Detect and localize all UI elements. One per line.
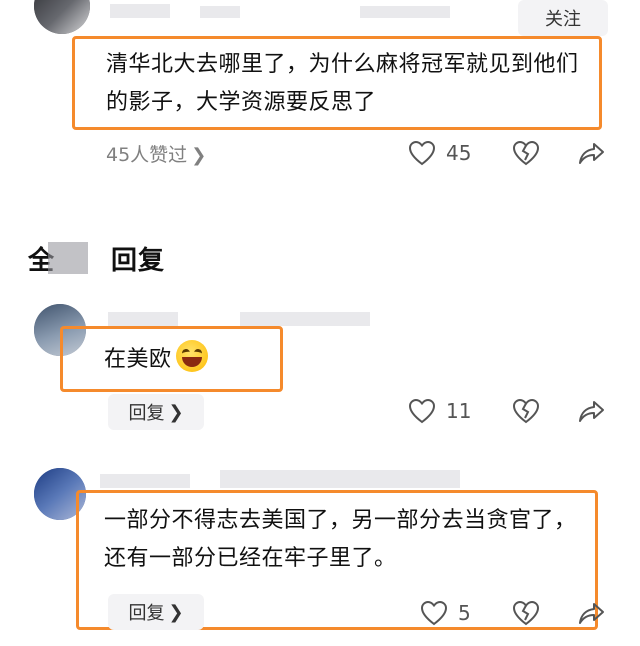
blurred-title-chars <box>48 242 88 274</box>
blurred-meta-location <box>360 6 450 18</box>
chevron-right-icon: ❯ <box>191 145 207 166</box>
share-arrow-icon <box>579 603 604 624</box>
share-arrow-icon <box>579 143 604 164</box>
blurred-meta <box>200 6 240 18</box>
like-count: 5 <box>458 601 471 625</box>
broken-heart-icon <box>512 398 540 424</box>
commenter-avatar[interactable] <box>34 0 90 34</box>
chevron-right-icon: ❯ <box>168 401 184 423</box>
heart-outline-icon <box>408 398 436 424</box>
follow-label: 关注 <box>545 9 581 30</box>
like-button[interactable]: 45 <box>408 140 471 166</box>
reply-button-2[interactable]: 回复 ❯ <box>108 594 204 630</box>
blurred-meta <box>220 470 460 488</box>
heart-outline-icon <box>420 600 448 626</box>
share-arrow-icon <box>579 401 604 422</box>
like-button[interactable]: 11 <box>408 398 471 424</box>
blurred-username <box>110 4 170 18</box>
section-title-right: 回复 <box>111 246 166 276</box>
reply-1-text: 在美欧 <box>104 340 208 379</box>
dislike-button[interactable] <box>512 398 540 424</box>
broken-heart-icon <box>512 600 540 626</box>
blurred-username <box>108 312 178 326</box>
dislike-button[interactable] <box>512 600 540 626</box>
reply-label: 回复 <box>128 603 165 624</box>
like-count: 11 <box>446 399 472 423</box>
follow-button[interactable]: 关注 <box>518 0 608 36</box>
laughing-emoji-icon <box>175 340 208 372</box>
like-button[interactable]: 5 <box>420 600 471 626</box>
blurred-meta <box>240 312 370 326</box>
like-count: 45 <box>446 141 472 165</box>
reply-2-text: 一部分不得志去美国了，另一部分去当贪官了，还有一部分已经在牢子里了。 <box>104 508 577 571</box>
reply-label: 回复 <box>128 403 165 424</box>
dislike-button[interactable] <box>512 140 540 166</box>
share-button[interactable] <box>578 398 606 424</box>
blurred-username <box>100 474 190 488</box>
broken-heart-icon <box>512 140 540 166</box>
likers-text: 45人赞过 <box>106 144 188 166</box>
chevron-right-icon: ❯ <box>168 601 184 623</box>
reply-button-1[interactable]: 回复 ❯ <box>108 394 204 430</box>
heart-outline-icon <box>408 140 436 166</box>
likers-link[interactable]: 45人赞过 ❯ <box>106 140 206 167</box>
top-comment-text: 清华北大去哪里了，为什么麻将冠军就见到他们的影子，大学资源要反思了 <box>106 52 579 115</box>
share-button[interactable] <box>578 140 606 166</box>
share-button[interactable] <box>578 600 606 626</box>
